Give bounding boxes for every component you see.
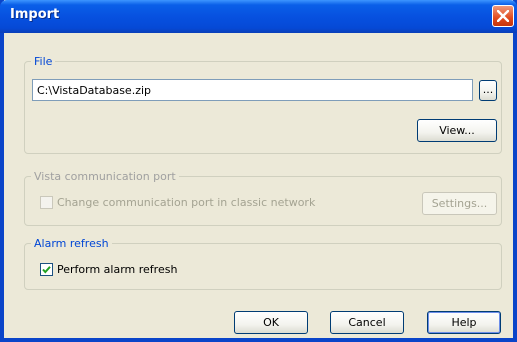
close-button[interactable]: [492, 5, 514, 27]
title-bar[interactable]: Import: [0, 0, 517, 33]
communication-port-group-title: Vista communication port: [31, 170, 179, 183]
perform-alarm-refresh-checkbox[interactable]: [40, 263, 53, 276]
close-icon: [497, 10, 509, 22]
change-port-checkbox[interactable]: [40, 196, 53, 209]
dialog-body: File C:\VistaDatabase.zip ... View... Vi…: [4, 33, 513, 338]
perform-alarm-refresh-label: Perform alarm refresh: [57, 263, 178, 276]
help-button[interactable]: Help: [427, 311, 501, 334]
alarm-refresh-group-title: Alarm refresh: [31, 237, 112, 250]
file-path-input[interactable]: C:\VistaDatabase.zip: [32, 79, 473, 101]
change-port-label: Change communication port in classic net…: [57, 196, 316, 209]
window-title: Import: [10, 7, 60, 22]
alarm-refresh-group: Alarm refresh Perform alarm refresh: [24, 237, 502, 290]
file-group-title: File: [31, 55, 56, 68]
import-dialog: Import File C:\VistaDatabase.zip ... Vie…: [0, 0, 517, 342]
ok-button[interactable]: OK: [234, 311, 308, 334]
settings-button[interactable]: Settings...: [422, 192, 497, 215]
view-button[interactable]: View...: [417, 119, 497, 142]
browse-button[interactable]: ...: [479, 80, 497, 101]
communication-port-group: Vista communication port Change communic…: [24, 170, 502, 226]
check-icon: [42, 266, 51, 274]
cancel-button[interactable]: Cancel: [330, 311, 404, 334]
file-group: File C:\VistaDatabase.zip ... View...: [24, 55, 502, 154]
